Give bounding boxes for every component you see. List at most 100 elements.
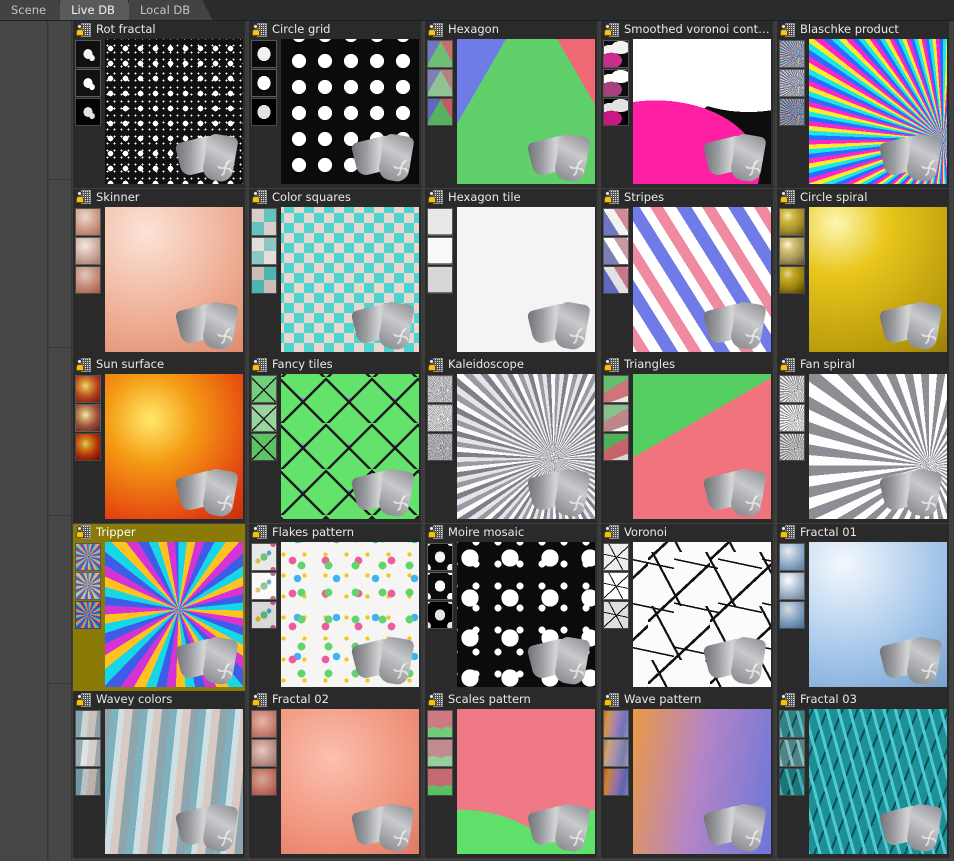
thumbnail-rail[interactable] [779, 542, 807, 688]
material-card[interactable]: Wave pattern [601, 691, 773, 858]
material-thumbnail[interactable] [75, 601, 101, 629]
material-thumbnail[interactable] [603, 266, 629, 294]
material-thumbnail[interactable] [427, 433, 453, 461]
material-thumbnail[interactable] [779, 237, 805, 265]
material-thumbnail[interactable] [75, 768, 101, 796]
material-thumbnail[interactable] [603, 710, 629, 738]
material-thumbnail[interactable] [75, 572, 101, 600]
material-thumbnail[interactable] [427, 404, 453, 432]
thumbnail-rail[interactable] [427, 374, 455, 520]
material-thumbnail[interactable] [427, 601, 453, 629]
material-card[interactable]: Blaschke product [777, 21, 949, 188]
material-preview[interactable] [809, 39, 947, 184]
material-card[interactable]: Stripes [601, 189, 773, 356]
thumbnail-rail[interactable] [779, 374, 807, 520]
material-thumbnail[interactable] [603, 433, 629, 461]
material-preview[interactable] [281, 374, 419, 519]
material-preview[interactable] [633, 542, 771, 687]
thumbnail-rail[interactable] [75, 39, 103, 185]
material-thumbnail[interactable] [251, 266, 277, 294]
material-card[interactable]: Wavey colors [73, 691, 245, 858]
thumbnail-rail[interactable] [603, 542, 631, 688]
material-card[interactable]: Scales pattern [425, 691, 597, 858]
material-thumbnail[interactable] [779, 404, 805, 432]
material-thumbnail[interactable] [427, 710, 453, 738]
material-card[interactable]: Moire mosaic [425, 524, 597, 691]
material-card[interactable]: Hexagon [425, 21, 597, 188]
material-thumbnail[interactable] [75, 433, 101, 461]
tab-local-db[interactable]: Local DB [129, 0, 204, 21]
material-thumbnail[interactable] [75, 40, 101, 68]
material-thumbnail[interactable] [603, 404, 629, 432]
material-preview[interactable] [105, 374, 243, 519]
material-card[interactable]: Fractal 03 [777, 691, 949, 858]
material-thumbnail[interactable] [251, 601, 277, 629]
thumbnail-rail[interactable] [779, 39, 807, 185]
material-card[interactable]: Sun surface [73, 356, 245, 523]
thumbnail-rail[interactable] [251, 39, 279, 185]
thumbnail-rail[interactable] [427, 207, 455, 353]
material-thumbnail[interactable] [779, 601, 805, 629]
material-thumbnail[interactable] [251, 69, 277, 97]
material-thumbnail[interactable] [427, 40, 453, 68]
left-tree-panel[interactable] [49, 21, 72, 861]
material-browser-grid[interactable]: Rot fractal Circle grid [73, 21, 954, 861]
material-thumbnail[interactable] [427, 375, 453, 403]
thumbnail-rail[interactable] [75, 207, 103, 353]
tab-live-db[interactable]: Live DB [60, 0, 129, 21]
material-thumbnail[interactable] [779, 375, 805, 403]
material-card[interactable]: Smoothed voronoi contours [601, 21, 773, 188]
left-side-panel[interactable] [0, 21, 48, 861]
material-preview[interactable] [457, 542, 595, 687]
material-card[interactable]: Flakes pattern [249, 524, 421, 691]
material-thumbnail[interactable] [603, 572, 629, 600]
material-card[interactable]: Fancy tiles [249, 356, 421, 523]
material-card[interactable]: Fractal 02 [249, 691, 421, 858]
thumbnail-rail[interactable] [427, 709, 455, 855]
thumbnail-rail[interactable] [251, 374, 279, 520]
material-thumbnail[interactable] [779, 40, 805, 68]
material-thumbnail[interactable] [603, 237, 629, 265]
material-thumbnail[interactable] [779, 433, 805, 461]
material-preview[interactable] [105, 39, 243, 184]
thumbnail-rail[interactable] [427, 39, 455, 185]
material-thumbnail[interactable] [427, 98, 453, 126]
material-thumbnail[interactable] [779, 710, 805, 738]
material-preview[interactable] [105, 542, 243, 687]
material-card[interactable]: Rot fractal [73, 21, 245, 188]
material-thumbnail[interactable] [75, 710, 101, 738]
material-thumbnail[interactable] [251, 208, 277, 236]
material-card[interactable]: Voronoi [601, 524, 773, 691]
material-preview[interactable] [633, 207, 771, 352]
material-thumbnail[interactable] [603, 739, 629, 767]
material-preview[interactable] [809, 542, 947, 687]
material-card[interactable]: Color squares [249, 189, 421, 356]
material-preview[interactable] [457, 39, 595, 184]
thumbnail-rail[interactable] [427, 542, 455, 688]
material-card[interactable]: Hexagon tile [425, 189, 597, 356]
material-preview[interactable] [105, 207, 243, 352]
material-thumbnail[interactable] [779, 98, 805, 126]
material-thumbnail[interactable] [427, 572, 453, 600]
material-thumbnail[interactable] [779, 543, 805, 571]
material-card[interactable]: Skinner [73, 189, 245, 356]
material-card[interactable]: Triangles [601, 356, 773, 523]
material-preview[interactable] [809, 709, 947, 854]
thumbnail-rail[interactable] [251, 542, 279, 688]
material-thumbnail[interactable] [251, 710, 277, 738]
material-thumbnail[interactable] [603, 69, 629, 97]
material-thumbnail[interactable] [779, 208, 805, 236]
material-thumbnail[interactable] [251, 375, 277, 403]
thumbnail-rail[interactable] [603, 39, 631, 185]
material-thumbnail[interactable] [779, 739, 805, 767]
material-thumbnail[interactable] [779, 572, 805, 600]
material-card[interactable]: Tripper [73, 524, 245, 691]
material-thumbnail[interactable] [75, 266, 101, 294]
material-thumbnail[interactable] [75, 543, 101, 571]
thumbnail-rail[interactable] [779, 207, 807, 353]
thumbnail-rail[interactable] [603, 709, 631, 855]
thumbnail-rail[interactable] [603, 207, 631, 353]
thumbnail-rail[interactable] [75, 542, 103, 688]
material-preview[interactable] [281, 39, 419, 184]
material-preview[interactable] [457, 374, 595, 519]
